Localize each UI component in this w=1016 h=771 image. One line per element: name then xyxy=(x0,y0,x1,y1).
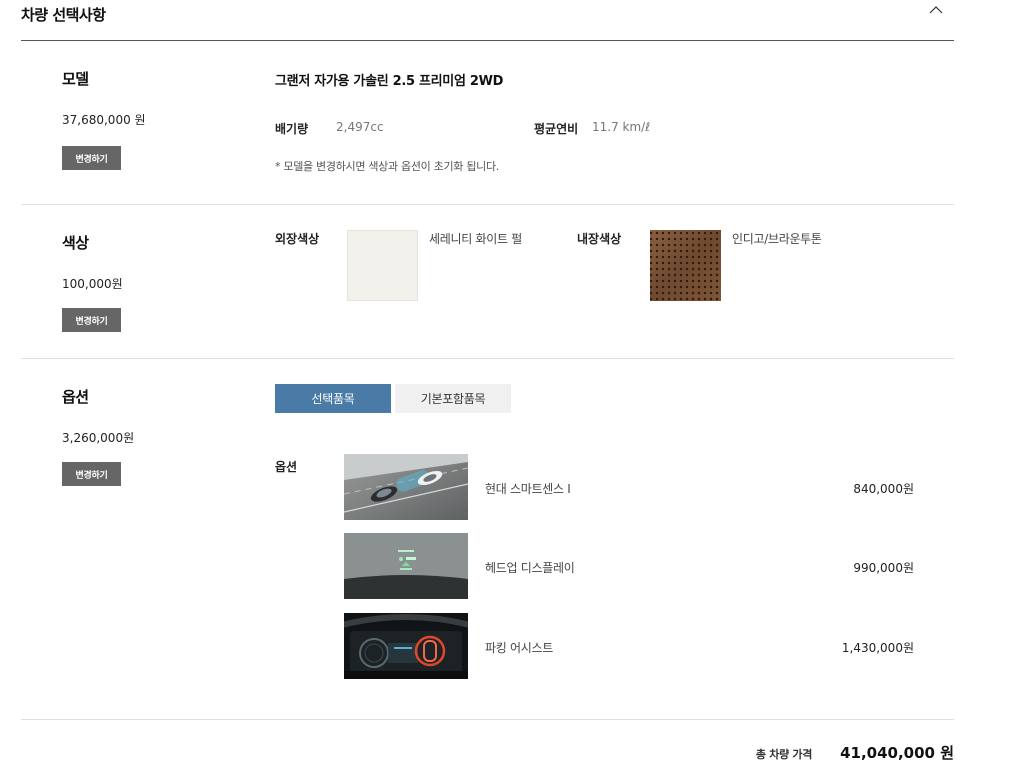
list-item: 파킹 어시스트 1,430,000원 xyxy=(344,613,914,679)
color-section: 색상 100,000원 변경하기 외장색상 세레니티 화이트 펄 내장색상 인디… xyxy=(21,205,954,359)
model-change-note: * 모델을 변경하시면 색상과 옵션이 초기화 됩니다. xyxy=(275,160,499,173)
model-label: 모델 xyxy=(62,70,89,88)
exterior-color-name: 세레니티 화이트 펄 xyxy=(429,232,522,246)
change-option-button[interactable]: 변경하기 xyxy=(62,462,121,486)
color-price: 100,000원 xyxy=(62,277,123,291)
model-name: 그랜저 자가용 가솔린 2.5 프리미엄 2WD xyxy=(275,74,504,89)
tab-selected-items[interactable]: 선택품목 xyxy=(275,384,391,413)
list-item: 헤드업 디스플레이 990,000원 xyxy=(344,533,914,599)
option-label: 옵션 xyxy=(62,388,89,406)
parking-assist-image xyxy=(344,613,468,679)
option-name: 현대 스마트센스 Ⅰ xyxy=(485,482,571,496)
smart-sense-image xyxy=(344,454,468,520)
option-price-value: 990,000원 xyxy=(853,561,914,575)
exterior-color-label: 외장색상 xyxy=(275,232,320,246)
total-price-value: 41,040,000 원 xyxy=(840,744,954,762)
interior-color-label: 내장색상 xyxy=(577,232,622,246)
option-price-value: 840,000원 xyxy=(853,482,914,496)
option-price-value: 1,430,000원 xyxy=(841,641,914,655)
option-name: 헤드업 디스플레이 xyxy=(485,561,575,575)
page-title: 차량 선택사항 xyxy=(21,6,106,24)
total-price-label: 총 차량 가격 xyxy=(755,748,813,761)
displacement-value: 2,497cc xyxy=(336,120,384,134)
summary-header: 차량 선택사항 xyxy=(21,0,954,41)
interior-color-name: 인디고/브라운투톤 xyxy=(732,232,822,246)
color-label: 색상 xyxy=(62,234,89,252)
option-section: 옵션 3,260,000원 변경하기 선택품목 기본포함품목 옵션 현대 스마트… xyxy=(21,359,954,720)
change-color-button[interactable]: 변경하기 xyxy=(62,308,121,332)
change-model-button[interactable]: 변경하기 xyxy=(62,146,121,170)
total-price: 총 차량 가격 41,040,000 원 xyxy=(756,742,954,763)
option-price: 3,260,000원 xyxy=(62,431,135,445)
fuel-economy-value: 11.7 km/ℓ xyxy=(592,120,651,134)
fuel-economy-label: 평균연비 xyxy=(534,122,579,136)
exterior-color-swatch xyxy=(347,230,418,301)
list-item: 현대 스마트센스 Ⅰ 840,000원 xyxy=(344,454,914,520)
head-up-display-image xyxy=(344,533,468,599)
tab-default-items[interactable]: 기본포함품목 xyxy=(395,384,511,413)
option-list-heading: 옵션 xyxy=(275,460,298,474)
model-price: 37,680,000 원 xyxy=(62,113,146,127)
displacement-label: 배기량 xyxy=(275,122,309,136)
interior-color-swatch xyxy=(650,230,721,301)
option-name: 파킹 어시스트 xyxy=(485,641,553,655)
chevron-up-icon[interactable] xyxy=(928,2,944,18)
model-section: 모델 37,680,000 원 변경하기 그랜저 자가용 가솔린 2.5 프리미… xyxy=(21,41,954,205)
